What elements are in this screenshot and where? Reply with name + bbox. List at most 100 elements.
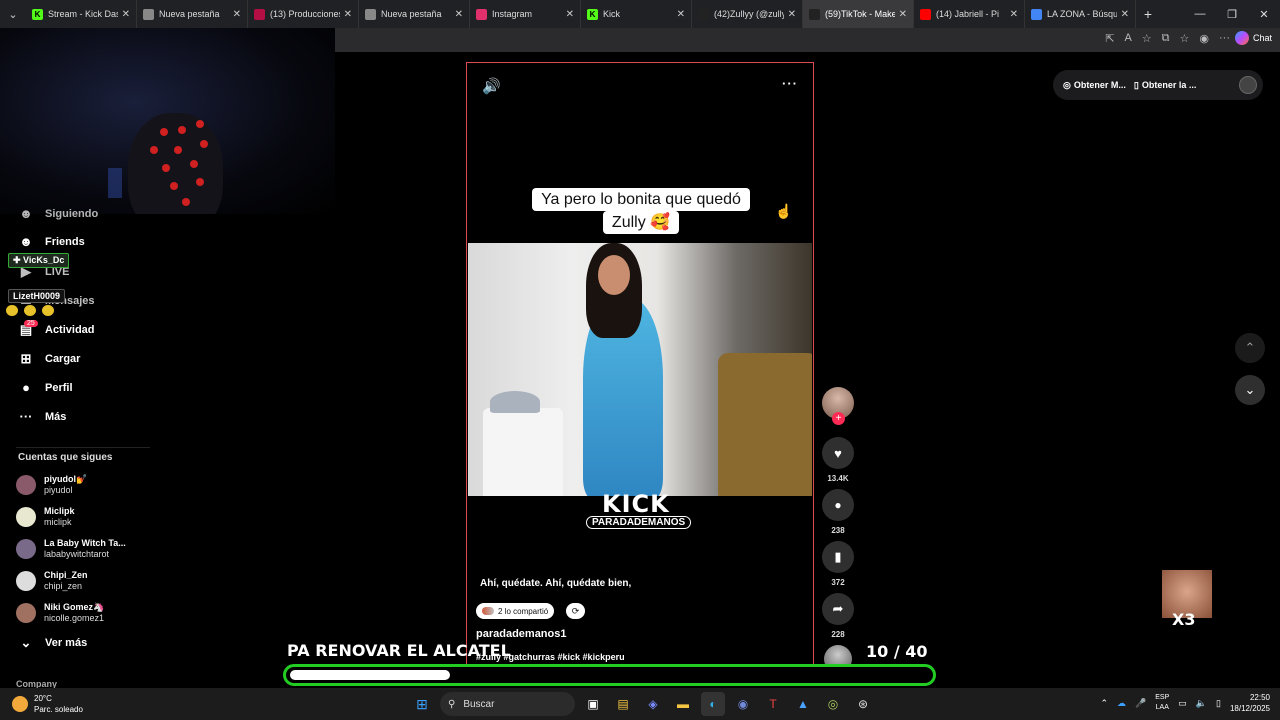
nav-item-profile[interactable]: ● Perfil [18,380,72,395]
edge-icon[interactable]: ◐ [701,692,725,716]
copilot-app-icon[interactable]: ◈ [641,692,665,716]
followed-account[interactable]: Niki Gomez🦄 nicolle.gomez1 [16,602,104,624]
followed-account[interactable]: La Baby Witch Ta... lababywitchtarot [16,538,126,560]
phone-icon: ▯ [1133,79,1139,90]
tab-close-icon[interactable]: ✕ [788,9,796,20]
tab-close-icon[interactable]: ✕ [1121,9,1129,20]
volume-icon[interactable]: 🔊 [482,77,501,95]
chair [718,353,812,496]
tab-close-icon[interactable]: ✕ [233,9,241,20]
repost-icon[interactable]: ⟳ [566,603,585,619]
browser-tab[interactable]: K Kick ✕ [581,0,692,28]
stream-goal-title: PA RENOVAR EL ALCATEL [287,641,511,660]
battery-icon[interactable]: ▯ [1216,698,1221,709]
next-video-button[interactable]: ⌄ [1235,375,1265,405]
see-more-button[interactable]: ⌄ Ver más [18,635,88,651]
browser-tab[interactable]: Nueva pestaña ✕ [137,0,248,28]
video-author[interactable]: paradademanos1 [476,628,566,640]
video-more-icon[interactable]: ··· [782,76,798,91]
browser-tab[interactable]: LA ZONA - Búsqueda ✕ [1025,0,1136,28]
tab-close-icon[interactable]: ✕ [122,9,130,20]
onedrive-icon[interactable]: ☁ [1117,698,1126,709]
weather-widget[interactable]: 20°C Parc. soleado [12,693,83,715]
copilot-chat-button[interactable]: Chat [1234,31,1272,45]
caption-line: Ya pero lo bonita que quedó [532,188,750,211]
tab-close-icon[interactable]: ✕ [677,9,685,20]
browser-tab[interactable]: K Stream - Kick Dashb ✕ [26,0,137,28]
tab-close-icon[interactable]: ✕ [899,9,907,20]
network-icon[interactable]: ▭ [1178,698,1187,709]
settings-more-icon[interactable]: ··· [1219,32,1230,45]
like-button[interactable]: ♥ [822,437,854,469]
tab-actions-menu-icon[interactable]: ⌄ [0,0,26,28]
followed-account[interactable]: piyudol💅 piyudol [16,474,87,496]
open-in-app-icon[interactable]: ⇱ [1105,32,1114,45]
bookmark-icon: ▮ [834,549,842,564]
nav-item-following[interactable]: ☻ Siguiendo [18,206,98,221]
browser-tab[interactable]: (42)Zullyy (@zullyy_ ✕ [692,0,803,28]
comment-button[interactable]: ● [822,489,854,521]
comment-icon: ● [834,498,842,512]
share-count: 228 [831,630,845,639]
favorite-star-icon[interactable]: ☆ [1142,32,1152,45]
get-app-button[interactable]: ▯ Obtener la ... [1134,80,1196,91]
obs-icon[interactable]: ⊛ [851,692,875,716]
get-coins-button[interactable]: ◎ Obtener M... [1063,80,1126,91]
mask-dot [162,164,170,172]
tab-favicon-icon: K [32,8,43,20]
discord-icon[interactable]: ◉ [731,692,755,716]
language-indicator[interactable]: ESP LAA [1155,693,1169,713]
mouse-cursor-icon: ☝ [775,203,793,219]
browser-tab[interactable]: (13) Producciones le ✕ [248,0,359,28]
followed-account[interactable]: Chipi_Zen chipi_zen [16,570,88,592]
profile-icon[interactable]: ◉ [1199,32,1209,45]
browser-tab[interactable]: Nueva pestaña ✕ [359,0,470,28]
tray-overflow-icon[interactable]: ⌃ [1100,698,1108,709]
follow-plus-icon[interactable]: + [832,412,845,425]
share-button[interactable]: ➦ [822,593,854,625]
translate-icon[interactable]: A [1124,32,1131,45]
photos-icon[interactable]: ▲ [791,692,815,716]
typing-app-icon[interactable]: T [761,692,785,716]
chat-emotes [6,305,54,316]
store-icon[interactable]: ▤ [611,692,635,716]
minimize-icon[interactable]: — [1184,0,1216,28]
file-explorer-icon[interactable]: ▬ [671,692,695,716]
shared-by-pill[interactable]: 2 lo compartió [476,603,555,619]
tab-close-icon[interactable]: ✕ [455,9,463,20]
tab-close-icon[interactable]: ✕ [344,9,352,20]
volume-tray-icon[interactable]: 🔈 [1196,698,1207,709]
collections-icon[interactable]: ☆ [1180,32,1190,45]
xbox-icon[interactable]: ◎ [821,692,845,716]
system-clock[interactable]: 22:50 18/12/2025 [1230,692,1270,714]
nav-item-more[interactable]: ··· Más [18,409,67,424]
new-tab-button[interactable]: + [1136,6,1160,22]
account-username: piyudol [44,485,73,495]
browser-tab[interactable]: Instagram ✕ [470,0,581,28]
nav-item-friends[interactable]: ☻ Friends [18,234,85,249]
nav-item-upload[interactable]: ⊞ Cargar [18,351,81,367]
tab-close-icon[interactable]: ✕ [566,9,574,20]
stream-goal-bar [283,664,936,686]
tab-close-icon[interactable]: ✕ [1010,9,1018,20]
stream-goal-count: 10 / 40 [866,642,928,661]
task-view-icon[interactable]: ▣ [581,692,605,716]
tab-favicon-icon: K [587,8,598,20]
tab-title: Stream - Kick Dashb [48,9,118,19]
taskbar-search[interactable]: ⚲ Buscar [440,692,575,716]
extensions-icon[interactable]: ⧉ [1162,32,1170,45]
close-window-icon[interactable]: ✕ [1248,0,1280,28]
tab-favicon-icon [365,8,376,20]
mask-dot [196,120,204,128]
browser-tab[interactable]: (14) Jabriell - Pi ✕ [914,0,1025,28]
start-windows-icon[interactable]: ⊞ [410,692,434,716]
followed-account[interactable]: Miclipk miclipk [16,506,75,528]
following-section-title: Cuentas que sigues [18,452,113,463]
microphone-icon[interactable]: 🎤 [1135,698,1146,709]
browser-tab[interactable]: (59)TikTok - Make Yo ✕ [803,0,914,28]
user-avatar[interactable] [1239,76,1257,94]
nav-label: Friends [45,235,85,248]
save-button[interactable]: ▮ [822,541,854,573]
previous-video-button[interactable]: ⌃ [1235,333,1265,363]
maximize-icon[interactable]: ❐ [1216,0,1248,28]
